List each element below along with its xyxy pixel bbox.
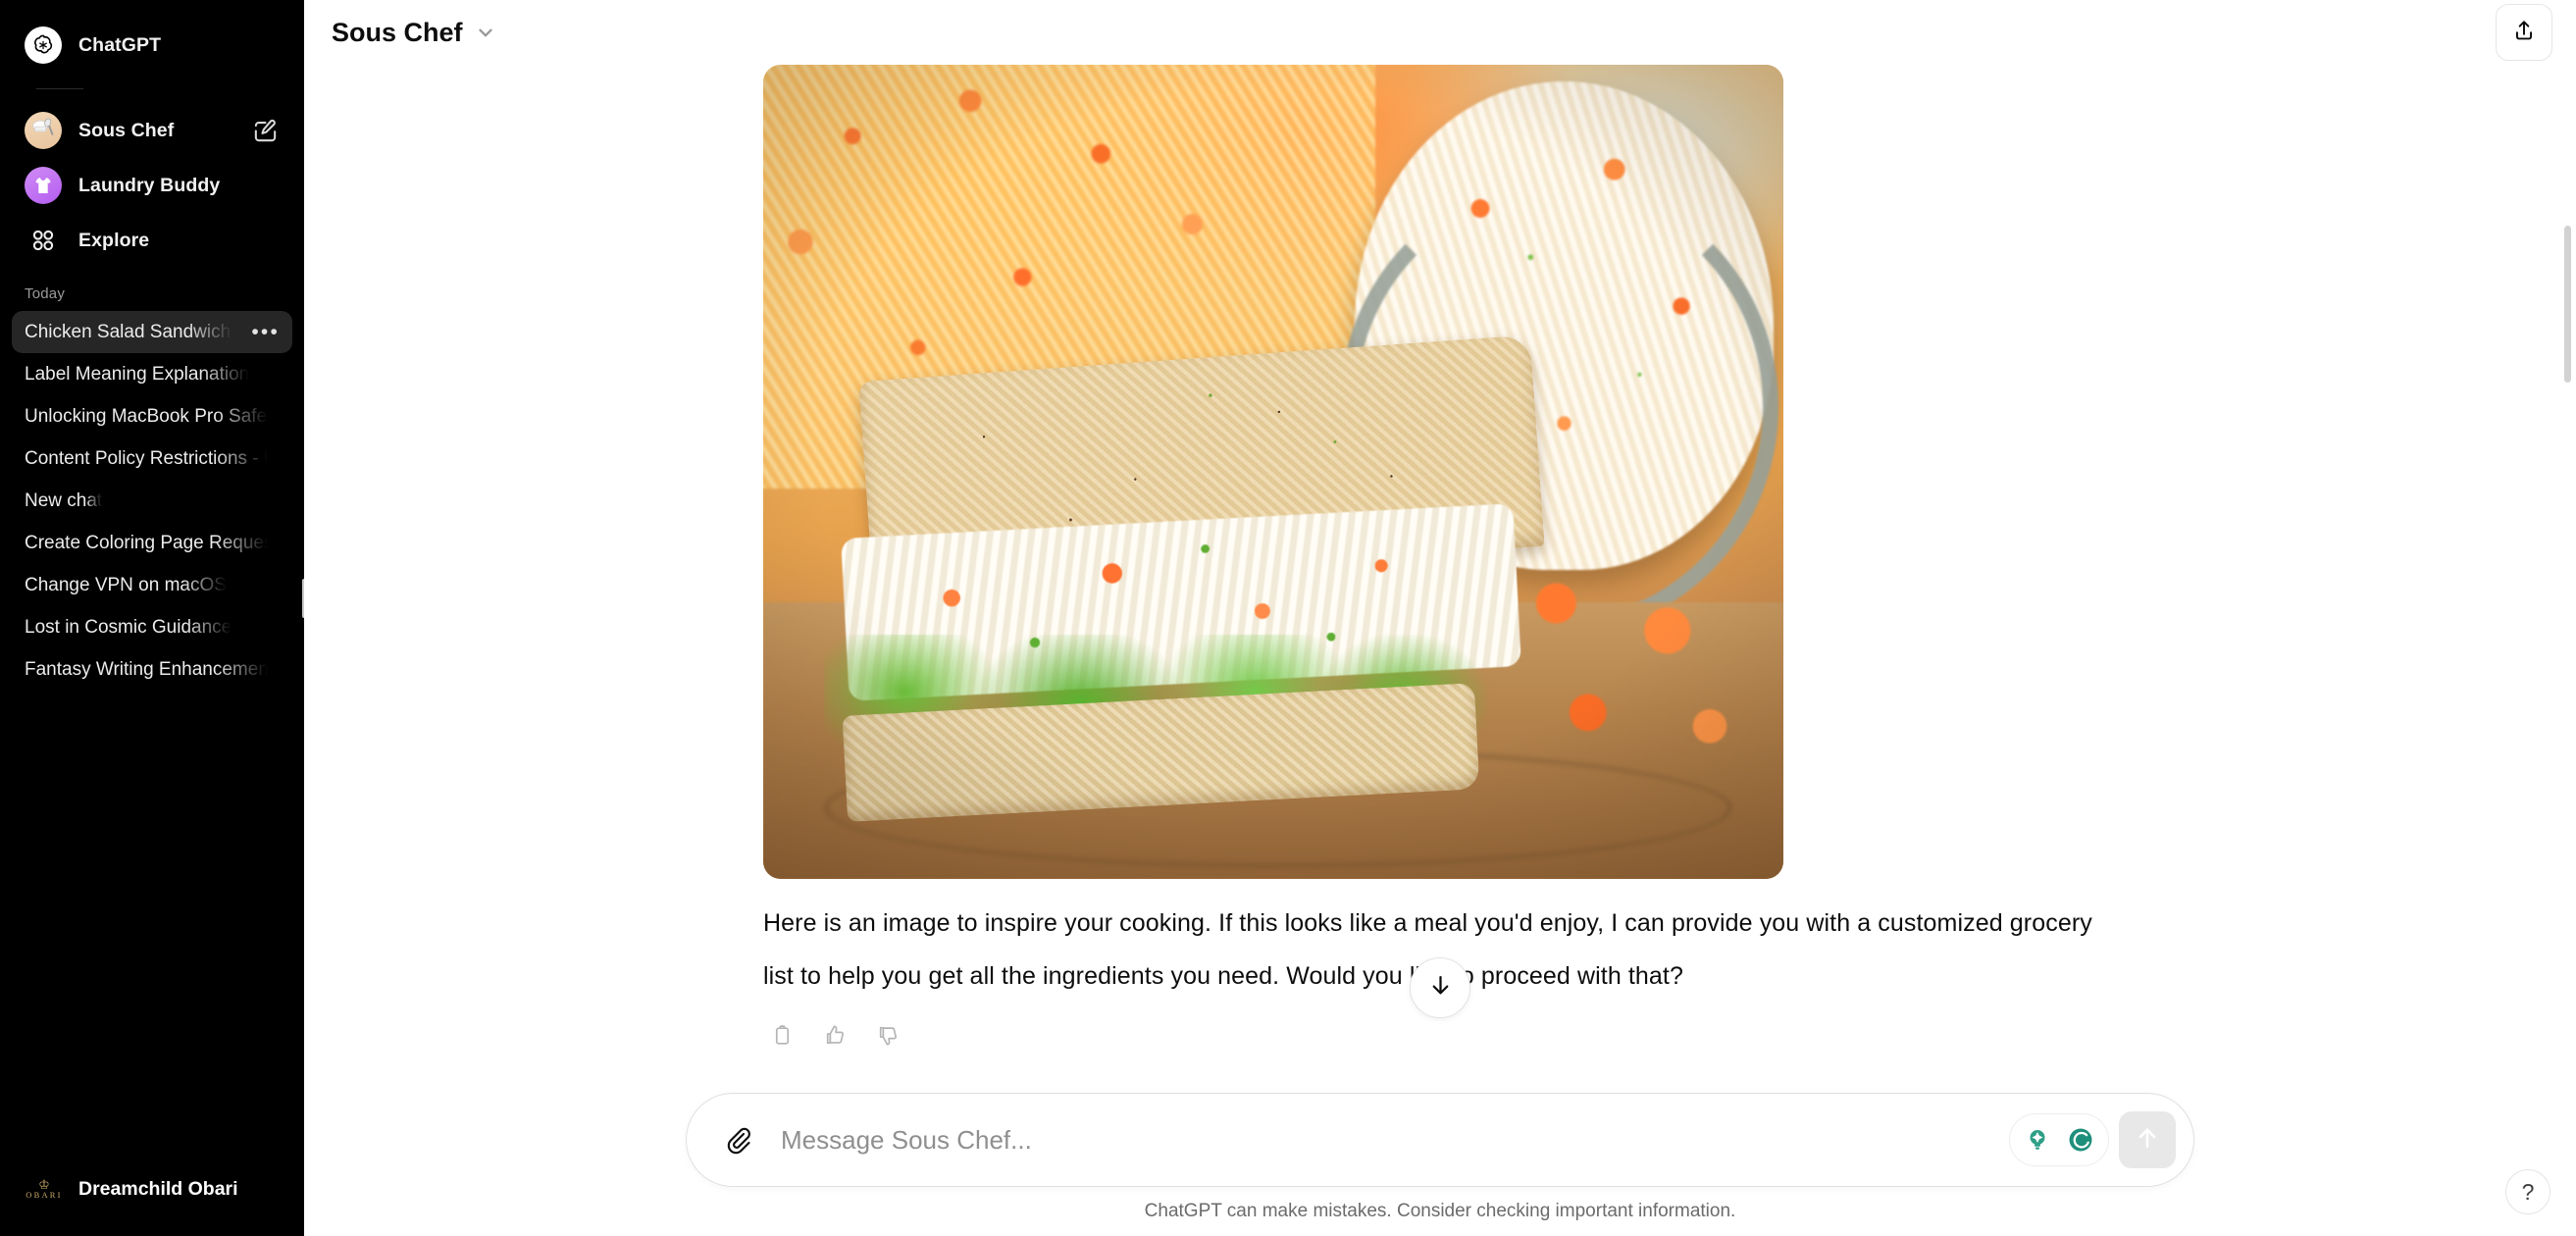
chat-item-title: Content Policy Restrictions - Unab — [25, 447, 268, 469]
composer-area: ChatGPT can make mistakes. Consider chec… — [304, 1093, 2576, 1236]
chat-list-item[interactable]: Fantasy Writing Enhancement — [12, 648, 292, 691]
top-bar: Sous Chef — [304, 0, 2576, 65]
chat-item-title: New chat — [25, 489, 103, 511]
grammarly-bulb-icon[interactable] — [2018, 1120, 2057, 1159]
chat-item-title: Chicken Salad Sandwich & Ca — [25, 321, 232, 342]
send-button[interactable] — [2119, 1111, 2176, 1168]
ellipsis-icon[interactable]: ••• — [245, 322, 280, 342]
user-logo-text: OBARI — [26, 1189, 63, 1200]
arrow-down-icon — [1427, 972, 1454, 1004]
chat-list-item[interactable]: New chat — [12, 480, 292, 522]
chat-item-title: Fantasy Writing Enhancement — [25, 658, 268, 680]
sidebar-divider — [36, 88, 83, 89]
message-input[interactable] — [763, 1110, 2009, 1169]
chat-item-title: Lost in Cosmic Guidance — [25, 616, 232, 638]
help-button[interactable]: ? — [2505, 1169, 2550, 1214]
share-upload-icon — [2511, 18, 2537, 48]
thumbs-down-icon[interactable] — [869, 1016, 906, 1054]
sidebar-top-section: ChatGPT Sous Chef Laundry Buddy Explore — [0, 0, 304, 268]
chat-list-item[interactable]: Change VPN on macOS — [12, 564, 292, 606]
user-name-label: Dreamchild Obari — [78, 1177, 238, 1200]
chat-item-title: Create Coloring Page Request — [25, 532, 268, 553]
chat-item-title: Change VPN on macOS — [25, 574, 227, 595]
vertical-scrollbar[interactable] — [2564, 226, 2571, 383]
chat-list-item[interactable]: Label Meaning Explanation — [12, 353, 292, 395]
send-arrow-up-icon — [2134, 1124, 2161, 1157]
page-title: Sous Chef — [332, 17, 463, 47]
message-action-bar — [763, 1016, 2137, 1054]
sidebar-item-laundry-buddy[interactable]: Laundry Buddy — [12, 158, 292, 213]
sidebar-brand-label: ChatGPT — [78, 33, 162, 56]
chatgpt-app-window: ChatGPT Sous Chef Laundry Buddy Explore … — [0, 0, 2576, 1236]
grammarly-circle-icon[interactable] — [2061, 1120, 2100, 1159]
sidebar-item-label: Sous Chef — [78, 119, 175, 141]
thumbs-up-icon[interactable] — [816, 1016, 853, 1054]
sidebar-item-label: Explore — [78, 229, 150, 251]
chat-list-item[interactable]: Create Coloring Page Request — [12, 522, 292, 564]
new-chat-edit-icon[interactable] — [251, 117, 280, 145]
chat-list-item-active[interactable]: Chicken Salad Sandwich & Ca ••• — [12, 311, 292, 353]
scroll-to-bottom-button[interactable] — [1410, 957, 1470, 1018]
message-thread: Here is an image to inspire your cooking… — [744, 0, 2137, 1054]
browser-extension-pill[interactable] — [2009, 1113, 2109, 1166]
paperclip-icon[interactable] — [712, 1114, 763, 1165]
openai-logo-icon — [25, 26, 62, 64]
sidebar-footer: ♔ OBARI Dreamchild Obari — [0, 1154, 304, 1236]
assistant-message-image — [744, 65, 2137, 879]
model-selector[interactable]: Sous Chef — [328, 14, 506, 52]
chat-list-item[interactable]: Content Policy Restrictions - Unab — [12, 438, 292, 480]
sidebar-item-chatgpt[interactable]: ChatGPT — [12, 18, 292, 73]
main-panel: Sous Chef — [304, 0, 2576, 1236]
sidebar-section-today: Today — [25, 285, 66, 302]
chef-avatar-icon — [25, 112, 62, 149]
share-button[interactable] — [2496, 4, 2552, 61]
user-account-row[interactable]: ♔ OBARI Dreamchild Obari — [12, 1163, 292, 1214]
help-question-icon: ? — [2521, 1178, 2535, 1205]
avatar: ♔ OBARI — [25, 1171, 64, 1207]
conversation-scroll-area[interactable]: Here is an image to inspire your cooking… — [304, 0, 2576, 1236]
crown-icon: ♔ — [38, 1176, 50, 1192]
sidebar-item-explore[interactable]: Explore — [12, 213, 292, 268]
chat-list-item[interactable]: Unlocking MacBook Pro Safely — [12, 395, 292, 438]
sidebar-item-label: Laundry Buddy — [78, 174, 221, 196]
sidebar-resize-handle[interactable] — [302, 579, 304, 618]
disclaimer-text: ChatGPT can make mistakes. Consider chec… — [1144, 1201, 1736, 1221]
laundry-avatar-icon — [25, 167, 62, 204]
copy-icon[interactable] — [763, 1016, 800, 1054]
explore-grid-icon — [25, 222, 62, 259]
chevron-down-icon — [475, 22, 496, 43]
chat-item-title: Label Meaning Explanation — [25, 363, 250, 385]
sidebar: ChatGPT Sous Chef Laundry Buddy Explore … — [0, 0, 304, 1236]
generated-food-image[interactable] — [763, 65, 1783, 879]
sidebar-item-sous-chef[interactable]: Sous Chef — [12, 103, 292, 158]
chat-list-item[interactable]: Lost in Cosmic Guidance — [12, 606, 292, 648]
chat-item-title: Unlocking MacBook Pro Safely — [25, 405, 268, 427]
chat-history-list: Chicken Salad Sandwich & Ca ••• Label Me… — [0, 311, 304, 1154]
message-composer — [686, 1093, 2194, 1187]
image-vignette-layer — [763, 65, 1783, 879]
